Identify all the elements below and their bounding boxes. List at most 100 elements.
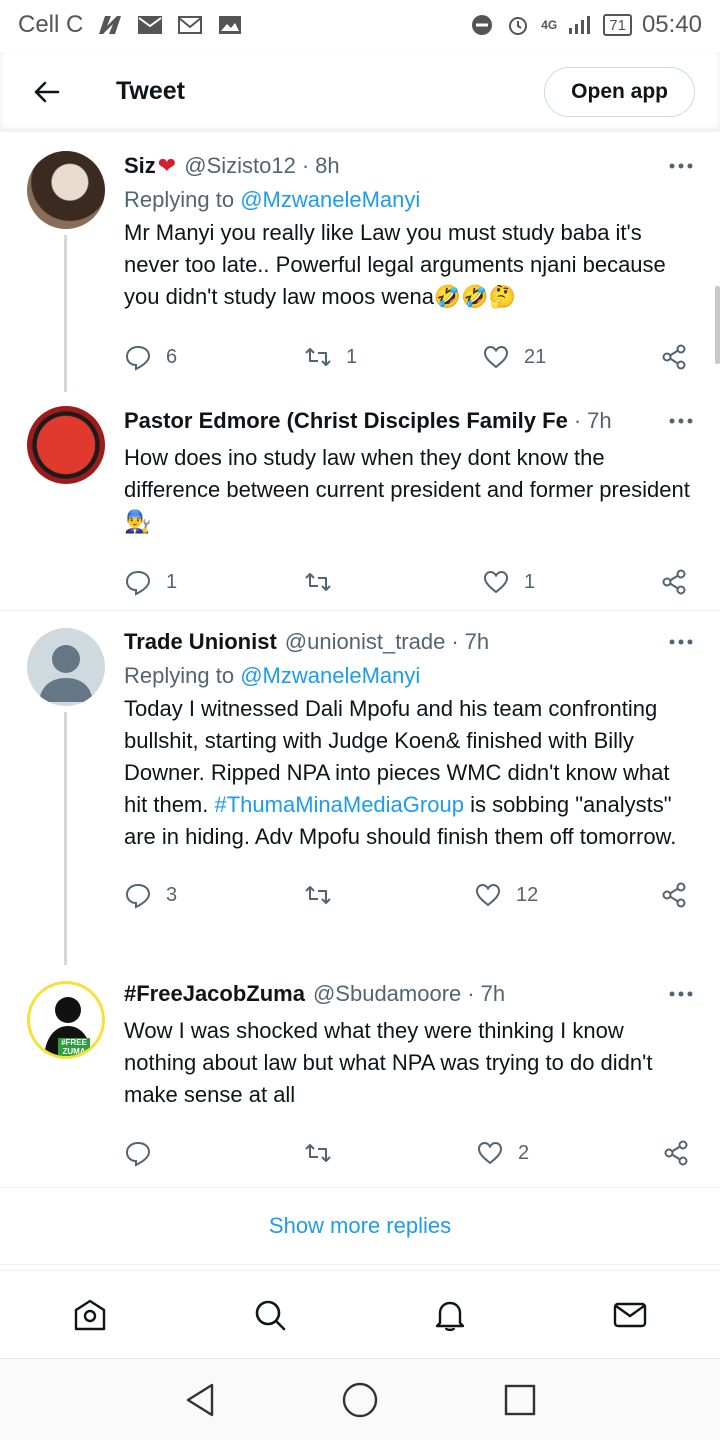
system-home-button[interactable] bbox=[330, 1370, 390, 1430]
like-count: 21 bbox=[524, 345, 547, 368]
tweet[interactable]: Siz ❤ @Sizisto12 · 8h Replying to @Mzwan… bbox=[0, 133, 720, 392]
alarm-icon bbox=[509, 17, 528, 35]
reply-count: 1 bbox=[166, 570, 178, 593]
tweet[interactable]: #FREE ZUMA #FreeJacobZuma @Sbudamoore · … bbox=[0, 965, 720, 1177]
more-options-button[interactable] bbox=[668, 163, 694, 169]
separator-dot: · bbox=[573, 408, 582, 433]
avatar-image: #FREE ZUMA bbox=[30, 984, 102, 1056]
nav-explore[interactable] bbox=[240, 1285, 300, 1345]
retweet-icon bbox=[305, 573, 331, 591]
more-options-button[interactable] bbox=[668, 991, 694, 997]
nav-notifications[interactable] bbox=[420, 1285, 480, 1345]
reply-icon bbox=[125, 1141, 151, 1167]
reply-button[interactable]: 6 bbox=[124, 343, 304, 371]
more-icon bbox=[669, 639, 693, 645]
open-app-button[interactable]: Open app bbox=[544, 66, 695, 117]
system-recents-button[interactable] bbox=[490, 1370, 550, 1430]
avatar[interactable] bbox=[27, 406, 105, 484]
avatar[interactable] bbox=[27, 628, 105, 706]
retweet-button[interactable] bbox=[304, 1139, 476, 1167]
retweet-icon bbox=[305, 886, 331, 904]
more-icon bbox=[669, 991, 693, 997]
back-button[interactable] bbox=[22, 68, 70, 116]
reply-button[interactable]: 1 bbox=[124, 568, 304, 596]
retweet-icon bbox=[305, 1144, 331, 1162]
author-handle[interactable]: @Sbudamoore bbox=[313, 981, 461, 1007]
heart-emoji: ❤ bbox=[157, 153, 177, 178]
author-name[interactable]: Siz bbox=[124, 153, 156, 179]
retweet-button[interactable]: 1 bbox=[304, 343, 482, 371]
share-icon bbox=[662, 344, 686, 370]
battery-level: 71 bbox=[609, 16, 626, 34]
retweet-icon bbox=[305, 348, 331, 366]
separator-dot: · bbox=[301, 153, 310, 178]
author-handle[interactable]: @unionist_trade bbox=[285, 629, 446, 655]
nav-home[interactable] bbox=[60, 1285, 120, 1345]
author-name[interactable]: Pastor Edmore (Christ Disciples Family F… bbox=[124, 408, 568, 434]
tweet-actions: 3 12 bbox=[124, 875, 694, 915]
like-button[interactable]: 2 bbox=[476, 1139, 662, 1167]
notification-app-icon bbox=[99, 16, 122, 34]
reply-button[interactable] bbox=[124, 1139, 304, 1167]
signal-icon bbox=[569, 16, 591, 34]
author-handle[interactable]: @Sizisto12 bbox=[184, 153, 296, 179]
more-options-button[interactable] bbox=[668, 418, 694, 424]
replying-prefix: Replying to bbox=[124, 187, 241, 212]
carrier-label: Cell C bbox=[18, 11, 84, 38]
bell-icon bbox=[435, 1301, 465, 1331]
share-icon bbox=[662, 569, 686, 595]
nav-messages[interactable] bbox=[600, 1285, 660, 1345]
replying-to: Replying to @MzwaneleManyi bbox=[124, 187, 694, 213]
share-button[interactable] bbox=[660, 568, 688, 596]
more-options-button[interactable] bbox=[668, 639, 694, 645]
like-count: 1 bbox=[524, 570, 536, 593]
retweet-button[interactable] bbox=[304, 881, 474, 909]
avatar[interactable] bbox=[27, 151, 105, 229]
mention-link[interactable]: @MzwaneleManyi bbox=[240, 663, 420, 688]
tweet-time[interactable]: 8h bbox=[315, 153, 339, 179]
thread-line bbox=[64, 235, 67, 392]
replies-feed: Siz ❤ @Sizisto12 · 8h Replying to @Mzwan… bbox=[0, 133, 720, 1177]
like-button[interactable]: 12 bbox=[474, 881, 660, 909]
tweet[interactable]: Pastor Edmore (Christ Disciples Family F… bbox=[0, 392, 720, 610]
like-button[interactable]: 21 bbox=[482, 343, 660, 371]
heart-icon bbox=[477, 1141, 503, 1165]
heart-icon bbox=[483, 570, 509, 594]
bottom-navigation bbox=[0, 1270, 720, 1358]
like-button[interactable]: 1 bbox=[482, 568, 660, 596]
show-more-replies-button[interactable]: Show more replies bbox=[0, 1187, 720, 1265]
share-button[interactable] bbox=[662, 1139, 690, 1167]
reply-button[interactable]: 3 bbox=[124, 881, 304, 909]
reply-count: 6 bbox=[166, 345, 178, 368]
retweet-button[interactable] bbox=[304, 568, 482, 596]
tweet-text: How does ino study law when they dont kn… bbox=[124, 445, 690, 534]
page-title: Tweet bbox=[116, 77, 185, 105]
thread-line bbox=[64, 712, 67, 965]
mail-icon bbox=[613, 1302, 647, 1327]
author-name[interactable]: Trade Unionist bbox=[124, 629, 277, 655]
tweet-time[interactable]: 7h bbox=[481, 981, 505, 1007]
tweet-time[interactable]: 7h bbox=[465, 629, 489, 655]
gallery-notification-icon bbox=[219, 16, 242, 34]
home-icon bbox=[74, 1299, 106, 1330]
tweet-text: Today I witnessed Dali Mpofu and his tea… bbox=[124, 693, 694, 853]
hashtag-link[interactable]: #ThumaMinaMediaGroup bbox=[214, 792, 463, 817]
share-button[interactable] bbox=[660, 343, 688, 371]
circle-home-icon bbox=[342, 1382, 378, 1417]
replying-to: Replying to @MzwaneleManyi bbox=[124, 663, 694, 689]
system-back-button[interactable] bbox=[170, 1370, 230, 1430]
share-icon bbox=[662, 882, 686, 908]
status-bar: Cell C 4G 71 05:40 bbox=[0, 0, 720, 50]
share-button[interactable] bbox=[660, 881, 688, 909]
square-recents-icon bbox=[504, 1384, 536, 1415]
tweet[interactable]: Trade Unionist @unionist_trade · 7h Repl… bbox=[0, 611, 720, 965]
author-name[interactable]: #FreeJacobZuma bbox=[124, 981, 305, 1007]
tweet-time[interactable]: 7h bbox=[587, 408, 611, 434]
like-count: 2 bbox=[518, 1141, 530, 1164]
triangle-back-icon bbox=[186, 1383, 214, 1416]
avatar[interactable]: #FREE ZUMA bbox=[27, 981, 105, 1059]
mention-link[interactable]: @MzwaneleManyi bbox=[240, 187, 420, 212]
heart-icon bbox=[483, 345, 509, 369]
tweet-text: Wow I was shocked what they were thinkin… bbox=[124, 1018, 653, 1107]
tweet-actions: 6 1 21 bbox=[124, 337, 694, 377]
